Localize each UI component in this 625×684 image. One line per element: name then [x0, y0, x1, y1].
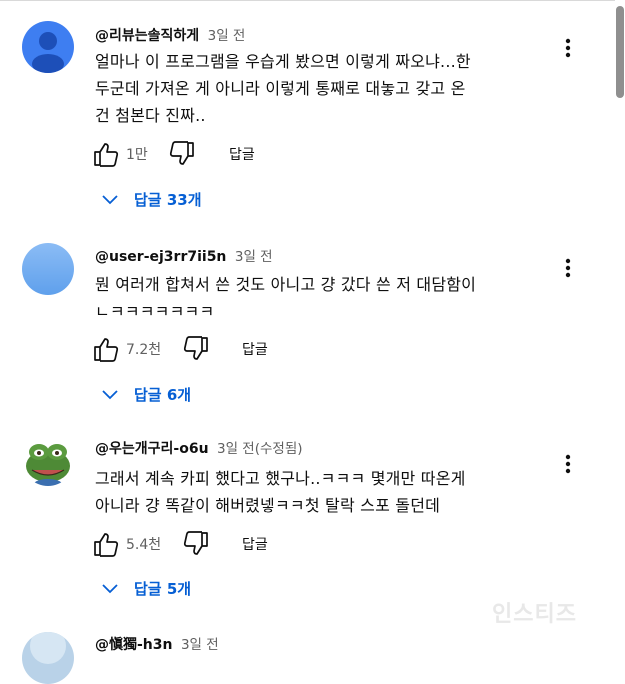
- comment-actions: 1만 답글: [92, 140, 392, 168]
- comment-thread: @user-ej3rr7ii5n 3일 전 뭔 여러개 합쳐서 쓴 것도 아니고…: [0, 225, 612, 420]
- comment-text: 뭔 여러개 합쳐서 쓴 것도 아니고 걍 갔다 쓴 저 대담함이 ㄴㅋㅋㅋㅋㅋㅋ…: [95, 271, 545, 325]
- view-replies-button[interactable]: 답글 6개: [100, 380, 320, 408]
- comment-header: @user-ej3rr7ii5n 3일 전: [95, 245, 273, 265]
- avatar[interactable]: [22, 243, 74, 295]
- chevron-down-icon: [102, 584, 118, 594]
- comment-header: @우는개구리-o6u 3일 전(수정됨): [95, 437, 303, 458]
- comment-text-line: 얼마나 이 프로그램을 우습게 봤으면 이렇게 짜오냐...한: [95, 52, 471, 71]
- like-count: 7.2천: [126, 342, 162, 358]
- view-replies-button[interactable]: 답글 5개: [100, 574, 320, 602]
- thumbs-down-icon[interactable]: [182, 530, 210, 558]
- chevron-down-icon: [102, 390, 118, 400]
- view-replies-button[interactable]: 답글 33개: [100, 185, 320, 213]
- comment-text-line: ㄴㅋㅋㅋㅋㅋㅋㅋ: [95, 302, 215, 321]
- kebab-menu-icon[interactable]: [556, 256, 580, 280]
- comment-author[interactable]: @우는개구리-o6u: [95, 441, 209, 457]
- comment-author[interactable]: @리뷰는솔직하게: [95, 28, 199, 44]
- reply-button[interactable]: 답글: [242, 534, 268, 554]
- comment-thread: @우는개구리-o6u 3일 전(수정됨) 그래서 계속 카피 했다고 했구나..…: [0, 420, 612, 620]
- avatar[interactable]: [22, 21, 74, 73]
- thumbs-up-icon[interactable]: [92, 530, 120, 558]
- replies-count-label: 답글 33개: [134, 191, 202, 209]
- comment-time[interactable]: 3일 전: [235, 249, 273, 265]
- like-count: 1만: [126, 147, 148, 163]
- replies-count-label: 답글 6개: [134, 386, 192, 404]
- comment-time[interactable]: 3일 전: [208, 28, 246, 44]
- comment-header: @리뷰는솔직하게 3일 전: [95, 24, 245, 45]
- comment-time[interactable]: 3일 전: [181, 637, 219, 653]
- comment-text-line: 그래서 계속 카피 했다고 했구나..ㅋㅋㅋ 몇개만 따온게: [95, 469, 466, 488]
- comment-text-line: 두군데 가져온 게 아니라 이렇게 통째로 대놓고 갖고 온: [95, 79, 466, 98]
- watermark: 인스티즈: [492, 602, 577, 627]
- comment-author[interactable]: @愼獨-h3n: [95, 637, 173, 653]
- comment-text: 얼마나 이 프로그램을 우습게 봤으면 이렇게 짜오냐...한 두군데 가져온 …: [95, 48, 545, 129]
- reply-button[interactable]: 답글: [242, 339, 268, 359]
- like-count: 5.4천: [126, 537, 162, 553]
- comment-text: 그래서 계속 카피 했다고 했구나..ㅋㅋㅋ 몇개만 따온게 아니라 걍 똑같이…: [95, 465, 545, 519]
- avatar[interactable]: [22, 632, 74, 684]
- avatar[interactable]: [22, 434, 74, 486]
- kebab-menu-icon[interactable]: [556, 452, 580, 476]
- kebab-menu-icon[interactable]: [556, 36, 580, 60]
- comment-actions: 5.4천 답글: [92, 530, 392, 558]
- avatar-default-icon: [22, 243, 74, 295]
- comment-author[interactable]: @user-ej3rr7ii5n: [95, 249, 226, 265]
- thumbs-down-icon[interactable]: [168, 140, 196, 168]
- replies-count-label: 답글 5개: [134, 580, 192, 598]
- comment-thread: @리뷰는솔직하게 3일 전 얼마나 이 프로그램을 우습게 봤으면 이렇게 짜오…: [0, 0, 612, 225]
- thumbs-down-icon[interactable]: [182, 335, 210, 363]
- comment-actions: 7.2천 답글: [92, 335, 392, 363]
- comment-time[interactable]: 3일 전(수정됨): [217, 441, 303, 457]
- comment-text-line: 뭔 여러개 합쳐서 쓴 것도 아니고 걍 갔다 쓴 저 대담함이: [95, 275, 477, 294]
- scrollbar[interactable]: [615, 0, 625, 653]
- avatar-default-icon: [22, 21, 74, 73]
- thumbs-up-icon[interactable]: [92, 140, 120, 168]
- scrollbar-thumb[interactable]: [616, 6, 624, 98]
- comment-text-line: 건 첨본다 진짜..: [95, 106, 206, 125]
- comment-text-line: 아니라 걍 똑같이 해버렸넿ㅋㅋ첫 탈락 스포 돌던데: [95, 496, 441, 515]
- reply-button[interactable]: 답글: [229, 144, 255, 164]
- avatar-default-icon: [22, 632, 74, 684]
- chevron-down-icon: [102, 195, 118, 205]
- thumbs-up-icon[interactable]: [92, 335, 120, 363]
- comment-header: @愼獨-h3n 3일 전: [95, 633, 219, 654]
- frog-avatar: [22, 434, 74, 486]
